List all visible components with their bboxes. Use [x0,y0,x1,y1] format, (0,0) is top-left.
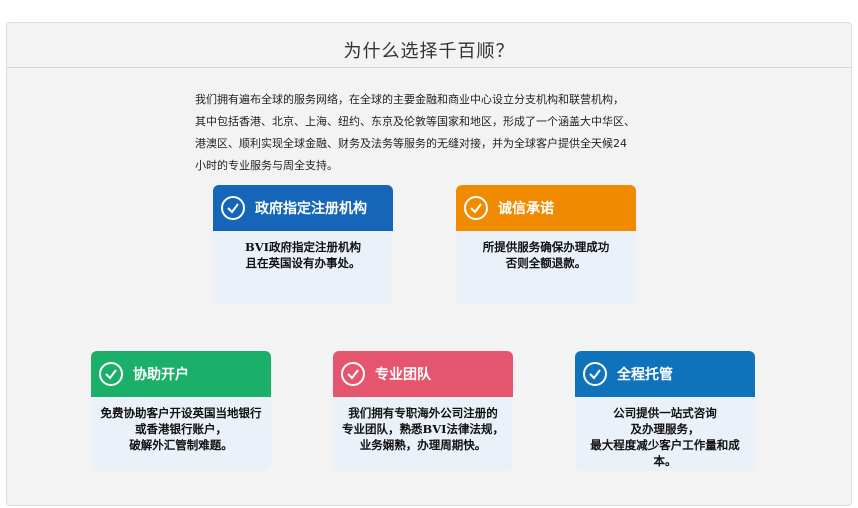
card-title: 政府指定注册机构 [255,201,367,217]
card-header: 政府指定注册机构 [213,185,393,231]
card-text-line: 公司提供一站式咨询 [613,406,717,420]
card-text-line: 及办理服务， [630,422,700,436]
card-body: 公司提供一站式咨询 及办理服务， 最大程度减少客户工作量和成 本。 [575,397,755,469]
card-text-line: 所提供服务确保办理成功 [482,240,610,254]
card-body: 所提供服务确保办理成功 否则全额退款。 [456,231,636,271]
card-title: 诚信承诺 [498,201,554,217]
card-body: BVI政府指定注册机构 且在英国设有办事处。 [213,231,393,271]
card-text-line: 且在英国设有办事处。 [245,256,361,270]
card-body: 免费协助客户开设英国当地银行 或香港银行账户， 破解外汇管制难题。 [91,397,271,453]
card-text-line: 破解外汇管制难题。 [129,438,233,452]
card-integrity-promise: 诚信承诺 所提供服务确保办理成功 否则全额退款。 [456,185,636,305]
card-header: 专业团队 [333,351,513,397]
card-account-opening: 协助开户 免费协助客户开设英国当地银行 或香港银行账户， 破解外汇管制难题。 [91,351,271,471]
card-text-line: 或香港银行账户， [135,422,227,436]
intro-line: 小时的专业服务与周全支持。 [195,159,338,172]
card-header: 全程托管 [575,351,755,397]
intro-line: 港澳区、顺利实现全球金融、财务及法务等服务的无缝对接，并为全球客户提供全天候24 [195,137,627,150]
check-circle-icon [583,362,607,386]
intro-paragraph: 我们拥有遍布全球的服务网络，在全球的主要金融和商业中心设立分支机构和联营机构， … [195,89,663,177]
card-text-line: 否则全额退款。 [505,256,587,270]
card-header: 诚信承诺 [456,185,636,231]
section-title: 为什么选择千百顺？ [343,41,515,62]
check-circle-icon [99,362,123,386]
card-text-line: 免费协助客户开设英国当地银行 [100,406,262,420]
why-choose-panel: 为什么选择千百顺？ 我们拥有遍布全球的服务网络，在全球的主要金融和商业中心设立分… [6,22,852,506]
card-title: 专业团队 [375,367,431,383]
card-body: 我们拥有专职海外公司注册的 专业团队，熟悉BVI法律法规， 业务娴熟，办理周期快… [333,397,513,453]
check-circle-icon [341,362,365,386]
card-text-line: 我们拥有专职海外公司注册的 [348,406,498,420]
card-title: 协助开户 [133,367,189,383]
card-text-line: BVI政府指定注册机构 [244,240,362,254]
title-divider [7,67,851,68]
card-text-line: 本。 [653,454,677,468]
card-professional-team: 专业团队 我们拥有专职海外公司注册的 专业团队，熟悉BVI法律法规， 业务娴熟，… [333,351,513,471]
check-circle-icon [464,196,488,220]
card-header: 协助开户 [91,351,271,397]
card-title: 全程托管 [617,367,673,383]
card-text-line: 最大程度减少客户工作量和成 [590,438,740,452]
intro-line: 其中包括香港、北京、上海、纽约、东京及伦敦等国家和地区，形成了一个涵盖大中华区、 [195,115,635,128]
card-text-line: 专业团队，熟悉BVI法律法规， [341,422,505,436]
check-circle-icon [221,196,245,220]
card-full-custody: 全程托管 公司提供一站式咨询 及办理服务， 最大程度减少客户工作量和成 本。 [575,351,755,471]
card-government-registration: 政府指定注册机构 BVI政府指定注册机构 且在英国设有办事处。 [213,185,393,305]
card-text-line: 业务娴熟，办理周期快。 [359,438,487,452]
intro-line: 我们拥有遍布全球的服务网络，在全球的主要金融和商业中心设立分支机构和联营机构， [195,93,624,106]
